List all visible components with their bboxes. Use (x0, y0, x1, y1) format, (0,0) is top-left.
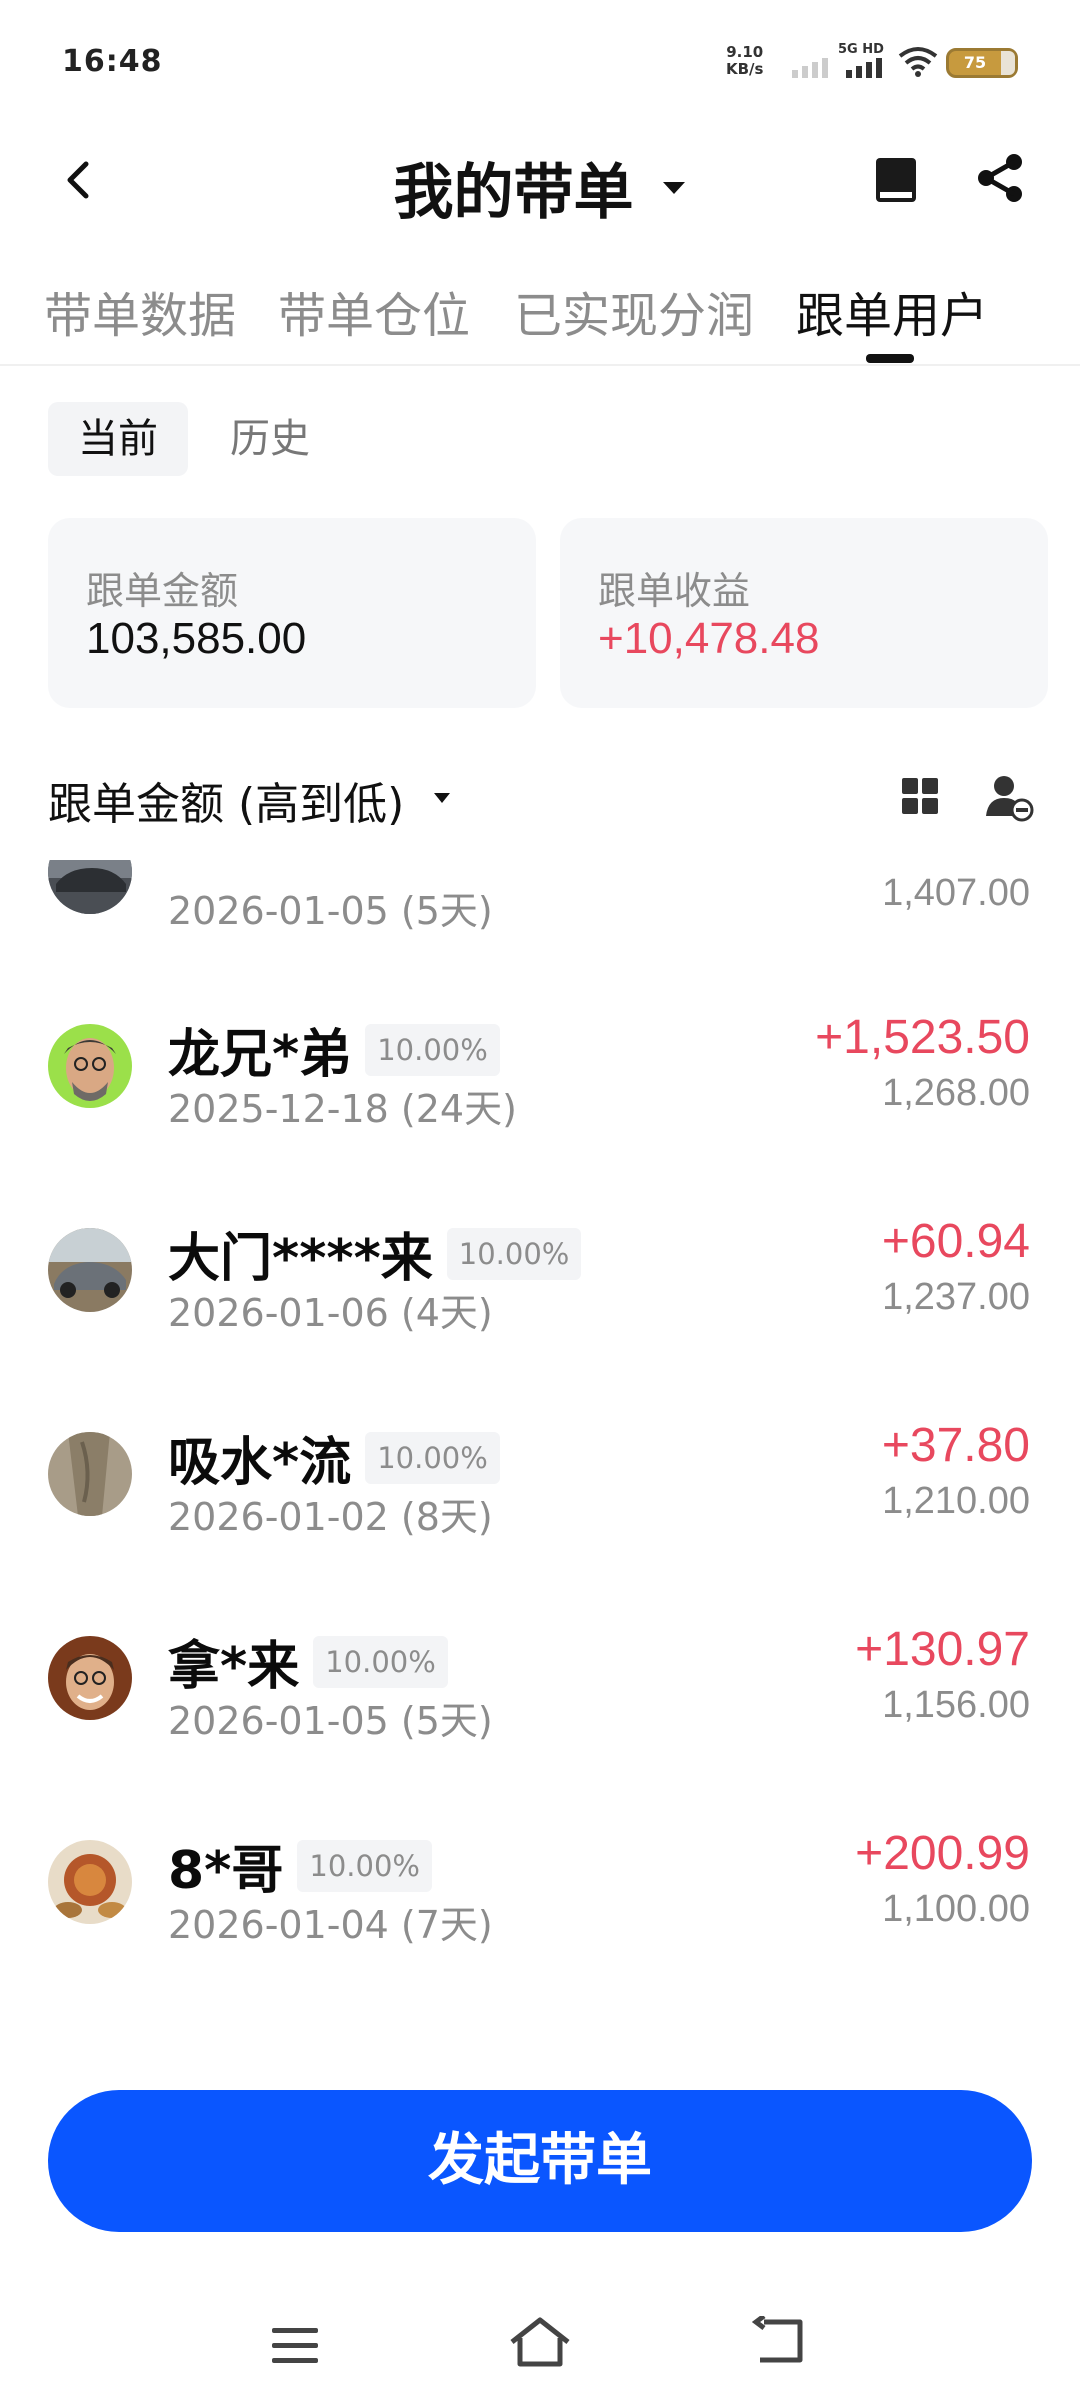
sort-dropdown[interactable]: 跟单金额 (高到低) (48, 768, 404, 832)
list-item[interactable]: 拿*来 10.00% 2026-01-05 (5天) +130.97 1,156… (0, 1616, 1080, 1820)
follower-name: 大门****来 (168, 1229, 433, 1289)
follow-amount-label: 跟单金额 (86, 569, 239, 613)
grid-icon[interactable] (900, 776, 940, 816)
tab-bar: 带单数据 带单仓位 已实现分润 跟单用户 (0, 270, 1080, 366)
follow-profit-card: 跟单收益 +10,478.48 (560, 518, 1048, 708)
follow-profit-label: 跟单收益 (598, 569, 751, 613)
follow-profit-value: +10,478.48 (598, 614, 820, 663)
avatar (48, 1024, 132, 1108)
share-icon[interactable] (970, 148, 1030, 208)
sort-bar: 跟单金额 (高到低) (48, 762, 1038, 832)
status-time: 16:48 (62, 44, 163, 79)
network-type: 5G HD (838, 42, 884, 57)
profit-share-badge: 10.00% (297, 1839, 432, 1892)
book-icon[interactable] (868, 150, 924, 210)
list-item[interactable]: 吸水*流 10.00% 2026-01-02 (8天) +37.80 1,210… (0, 1412, 1080, 1616)
avatar (48, 1432, 132, 1516)
segment-current[interactable]: 当前 (48, 402, 188, 476)
back-nav-icon[interactable] (752, 2316, 806, 2366)
follower-name-line: 吸水*流 10.00% (168, 1420, 500, 1495)
follow-date: 2026-01-05 (5天) (168, 889, 493, 933)
battery-level: 75 (963, 53, 987, 72)
follower-list: 2026-01-05 (5天) 1,407.00 龙兄*弟 10.00% 202… (0, 860, 1080, 2040)
follower-name: 吸水*流 (168, 1433, 352, 1493)
avatar (48, 1840, 132, 1924)
list-item[interactable]: 龙兄*弟 10.00% 2025-12-18 (24天) +1,523.50 1… (0, 1004, 1080, 1208)
follower-profit: +200.99 (855, 1827, 1030, 1880)
avatar (48, 1228, 132, 1312)
follow-date: 2026-01-05 (5天) (168, 1699, 493, 1743)
user-remove-icon[interactable] (984, 772, 1034, 822)
follower-profit: +37.80 (881, 1419, 1030, 1472)
profit-share-badge: 10.00% (313, 1635, 448, 1688)
start-lead-button[interactable]: 发起带单 (48, 2090, 1032, 2232)
follower-name: 拿*来 (168, 1637, 300, 1697)
follow-date: 2026-01-02 (8天) (168, 1495, 493, 1539)
follow-amount: 1,100.00 (882, 1888, 1030, 1930)
tab-realized-profit-share[interactable]: 已实现分润 (514, 276, 754, 346)
system-nav-bar (0, 2290, 1080, 2408)
follower-name: 8*哥 (168, 1841, 284, 1901)
wifi-icon (898, 47, 938, 77)
signal-5g-icon (846, 58, 882, 78)
follow-amount: 1,210.00 (882, 1480, 1030, 1522)
follower-name-line: 龙兄*弟 10.00% (168, 1012, 500, 1087)
list-item[interactable]: 2026-01-05 (5天) 1,407.00 (0, 860, 1080, 1004)
follower-name: 龙兄*弟 (168, 1025, 352, 1085)
network-speed-unit: KB/s (726, 60, 764, 78)
status-bar: 16:48 9.10 KB/s 5G HD 75 (0, 0, 1080, 130)
follower-profit: +60.94 (881, 1215, 1030, 1268)
segment-history[interactable]: 历史 (200, 402, 340, 476)
tab-followers[interactable]: 跟单用户 (796, 276, 988, 346)
profit-share-badge: 10.00% (365, 1431, 500, 1484)
network-speed: 9.10 KB/s (726, 44, 763, 78)
follow-date: 2026-01-04 (7天) (168, 1903, 493, 1947)
menu-icon[interactable] (270, 2324, 320, 2368)
signal-icon (792, 58, 828, 78)
avatar (48, 1636, 132, 1720)
follow-date: 2026-01-06 (4天) (168, 1291, 493, 1335)
caret-down-icon (434, 793, 450, 803)
tab-lead-data[interactable]: 带单数据 (44, 276, 236, 346)
tab-lead-positions[interactable]: 带单仓位 (278, 276, 470, 346)
page-title: 我的带单 (393, 158, 634, 228)
list-item[interactable]: 8*哥 10.00% 2026-01-04 (7天) +200.99 1,100… (0, 1820, 1080, 2024)
profit-share-badge: 10.00% (446, 1227, 582, 1280)
header: 我的带单 (0, 130, 1080, 230)
avatar (48, 860, 132, 914)
follow-amount: 1,156.00 (882, 1684, 1030, 1726)
follower-name-line: 大门****来 10.00% (168, 1216, 582, 1291)
battery-icon: 75 (946, 48, 1018, 78)
follower-name-line: 拿*来 10.00% (168, 1624, 448, 1699)
follow-amount: 1,407.00 (882, 872, 1030, 914)
follow-amount-value: 103,585.00 (86, 614, 307, 663)
profit-share-badge: 10.00% (365, 1023, 500, 1076)
follower-name-line: 8*哥 10.00% (168, 1828, 432, 1903)
tab-indicator (866, 354, 914, 363)
follow-date: 2025-12-18 (24天) (168, 1087, 517, 1131)
follow-amount: 1,237.00 (882, 1276, 1030, 1318)
follower-profit: +1,523.50 (815, 1011, 1030, 1064)
follow-amount-card: 跟单金额 103,585.00 (48, 518, 536, 708)
network-speed-value: 9.10 (726, 43, 764, 61)
follower-profit: +130.97 (855, 1623, 1030, 1676)
follow-amount: 1,268.00 (882, 1072, 1030, 1114)
list-item[interactable]: 大门****来 10.00% 2026-01-06 (4天) +60.94 1,… (0, 1208, 1080, 1412)
chevron-down-icon (662, 181, 685, 194)
home-icon[interactable] (508, 2314, 572, 2370)
